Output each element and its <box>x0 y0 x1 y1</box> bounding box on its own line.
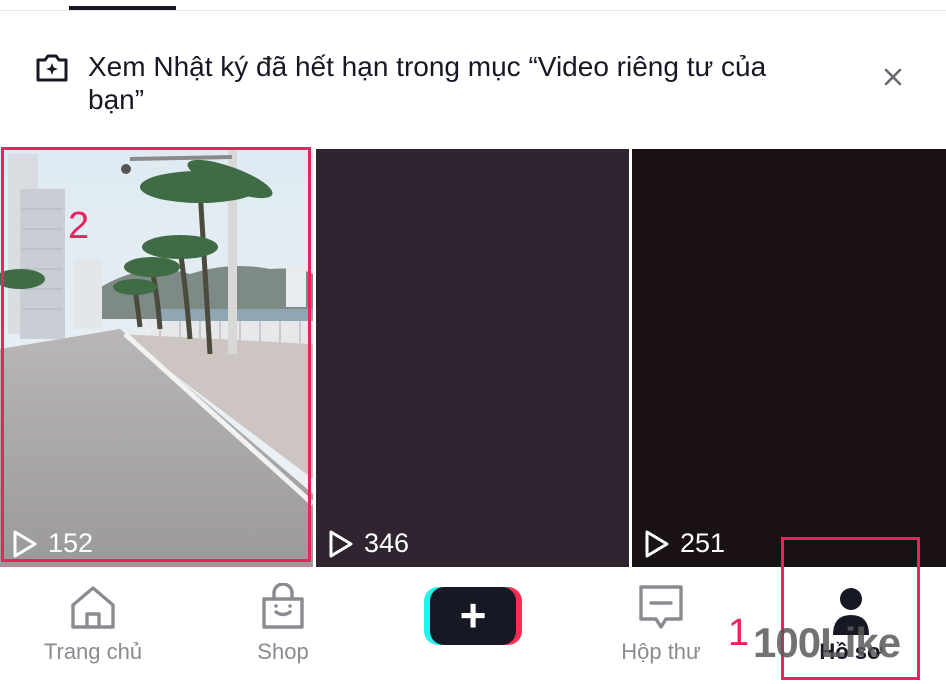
nav-label-inbox: Hộp thư <box>621 639 701 664</box>
camera-plus-icon <box>34 52 70 84</box>
banner-message: Xem Nhật ký đã hết hạn trong mục “Video … <box>88 51 767 115</box>
watermark: 100Like <box>753 619 901 666</box>
play-count: 251 <box>644 528 725 559</box>
play-icon <box>645 530 669 557</box>
step-number-1: 1 <box>728 612 750 654</box>
close-icon[interactable] <box>878 62 908 92</box>
inbox-icon <box>639 585 683 629</box>
view-count: 251 <box>680 528 726 558</box>
play-count: 152 <box>12 528 93 559</box>
step-number-2: 2 <box>68 205 90 247</box>
view-count: 152 <box>48 528 94 558</box>
video-thumbnail-1[interactable]: 152 <box>0 149 313 567</box>
active-tab-indicator <box>69 6 176 10</box>
play-count: 346 <box>328 528 409 559</box>
video-thumbnail-3[interactable]: 251 <box>632 149 946 567</box>
home-icon <box>71 586 115 629</box>
play-icon <box>13 530 37 557</box>
nav-label-shop: Shop <box>257 639 309 664</box>
info-banner: Xem Nhật ký đã hết hạn trong mục “Video … <box>0 30 946 140</box>
seaside-road-image <box>0 149 313 567</box>
play-icon <box>329 530 353 557</box>
view-count: 346 <box>364 528 410 558</box>
shopping-bag-icon <box>262 583 304 629</box>
video-thumbnail-2[interactable]: 346 <box>316 149 629 567</box>
nav-label-home: Trang chủ <box>43 639 143 664</box>
nav-item-home[interactable]: Trang chủ <box>23 567 163 677</box>
create-button[interactable]: + <box>424 585 522 647</box>
nav-item-shop[interactable]: Shop <box>213 567 353 677</box>
video-grid: 152 346 251 <box>0 149 946 567</box>
nav-item-inbox[interactable]: Hộp thư <box>591 567 731 677</box>
create-button-label: + <box>459 589 487 641</box>
tab-bar-divider <box>0 10 946 11</box>
